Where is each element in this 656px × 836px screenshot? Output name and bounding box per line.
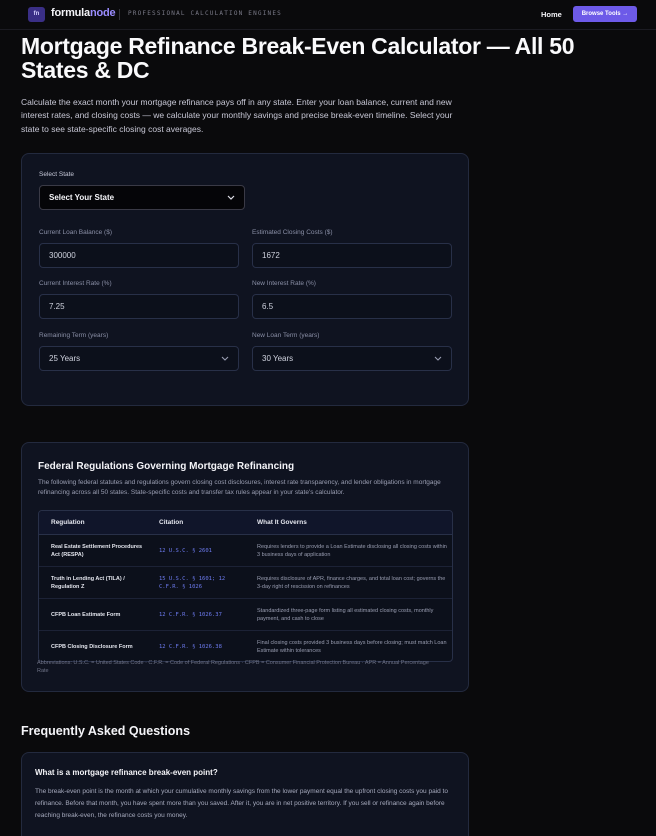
table-row: CFPB Closing Disclosure Form 12 C.F.R. §… <box>39 631 452 661</box>
regulation-cell: CFPB Closing Disclosure Form <box>51 644 133 650</box>
abbreviations-note: Abbreviations: U.S.C. = United States Co… <box>37 660 429 674</box>
new-rate-input[interactable]: 6.5 <box>252 294 452 319</box>
new-term-select[interactable]: 30 Years <box>252 346 452 371</box>
chevron-down-icon <box>434 356 442 361</box>
regulations-card: Federal Regulations Governing Mortgage R… <box>21 442 469 692</box>
logo-mark-icon[interactable]: fn <box>28 7 45 22</box>
governs-cell: Standardized three-page form listing all… <box>257 608 434 622</box>
citation-cell: 12 C.F.R. § 1026.38 <box>159 644 222 650</box>
brand-part-1: formula <box>51 7 90 19</box>
table-row: Real Estate Settlement Procedures Act (R… <box>39 535 452 567</box>
column-header-governs: What It Governs <box>257 519 307 526</box>
regulation-cell: Truth in Lending Act (TILA) / Regulation… <box>51 576 125 590</box>
remaining-term-value: 25 Years <box>49 354 81 363</box>
brand-wordmark[interactable]: formulanode <box>51 7 116 19</box>
chevron-down-icon <box>221 356 229 361</box>
faq-item[interactable]: What is a mortgage refinance break-even … <box>21 752 469 836</box>
governs-cell: Requires lenders to provide a Loan Estim… <box>257 544 447 558</box>
regulations-title: Federal Regulations Governing Mortgage R… <box>38 461 295 472</box>
nav-home-link[interactable]: Home <box>541 10 562 19</box>
closing-costs-label: Estimated Closing Costs ($) <box>252 229 333 236</box>
regulations-description: The following federal statutes and regul… <box>38 479 441 496</box>
nav-divider <box>119 9 120 20</box>
state-select[interactable]: Select Your State <box>39 185 245 210</box>
new-term-label: New Loan Term (years) <box>252 332 320 339</box>
loan-balance-label: Current Loan Balance ($) <box>39 229 112 236</box>
remaining-term-label: Remaining Term (years) <box>39 332 109 339</box>
intro-text: Calculate the exact month your mortgage … <box>21 97 453 134</box>
top-nav: fn formulanode PROFESSIONAL CALCULATION … <box>0 0 656 30</box>
new-rate-label: New Interest Rate (%) <box>252 280 316 287</box>
new-term-value: 30 Years <box>262 354 294 363</box>
current-rate-input[interactable]: 7.25 <box>39 294 239 319</box>
brand-part-2: node <box>89 7 116 19</box>
calculator-card: Select State Select Your State Current L… <box>21 153 469 406</box>
governs-cell: Requires disclosure of APR, finance char… <box>257 576 446 590</box>
column-header-citation: Citation <box>159 519 184 526</box>
regulation-cell: Real Estate Settlement Procedures Act (R… <box>51 544 143 558</box>
current-rate-label: Current Interest Rate (%) <box>39 280 112 287</box>
faq-title: Frequently Asked Questions <box>21 724 191 738</box>
chevron-down-icon <box>227 195 235 200</box>
citation-cell: 12 C.F.R. § 1026.37 <box>159 612 222 618</box>
faq-question[interactable]: What is a mortgage refinance break-even … <box>35 768 218 777</box>
closing-costs-input[interactable]: 1672 <box>252 243 452 268</box>
citation-cell: 12 U.S.C. § 2601 <box>159 548 212 554</box>
state-label: Select State <box>39 171 75 178</box>
regulation-cell: CFPB Loan Estimate Form <box>51 612 121 618</box>
citation-cell: 15 U.S.C. § 1601; 12 C.F.R. § 1026 <box>159 576 226 590</box>
faq-answer: The break-even point is the month at whi… <box>35 788 448 819</box>
state-select-value: Select Your State <box>49 193 115 202</box>
column-header-regulation: Regulation <box>51 519 85 526</box>
table-row: Truth in Lending Act (TILA) / Regulation… <box>39 567 452 599</box>
loan-balance-input[interactable]: 300000 <box>39 243 239 268</box>
brand-tagline: PROFESSIONAL CALCULATION ENGINES <box>128 10 282 17</box>
table-header: Regulation Citation What It Governs <box>39 511 452 535</box>
remaining-term-select[interactable]: 25 Years <box>39 346 239 371</box>
browse-tools-button[interactable]: Browse Tools → <box>573 6 637 22</box>
regulations-table: Regulation Citation What It Governs Real… <box>38 510 453 662</box>
page-title: Mortgage Refinance Break-Even Calculator… <box>21 33 575 83</box>
table-row: CFPB Loan Estimate Form 12 C.F.R. § 1026… <box>39 599 452 631</box>
governs-cell: Final closing costs provided 3 business … <box>257 640 447 654</box>
